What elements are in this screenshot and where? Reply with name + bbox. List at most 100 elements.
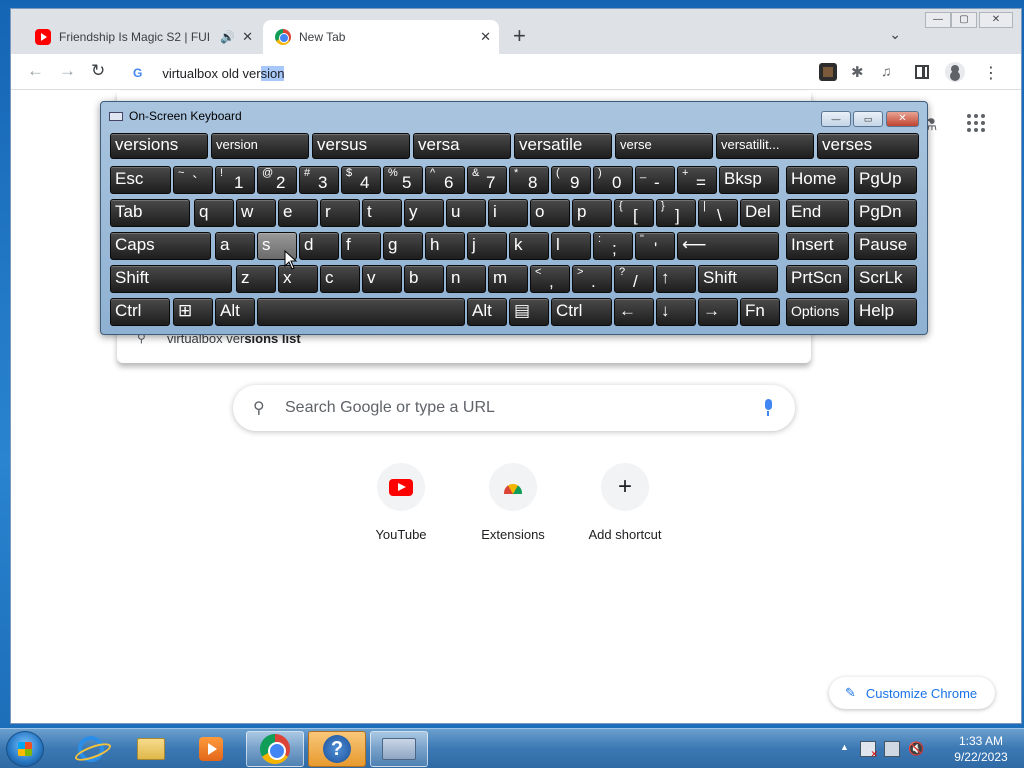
key-symbol[interactable]: ~ ` (173, 166, 213, 194)
reload-button[interactable]: ↻ (91, 62, 105, 80)
key-tab[interactable]: Tab (110, 199, 190, 227)
osk-maximize-button[interactable]: ▭ (853, 111, 883, 127)
key-f[interactable]: f (341, 232, 381, 260)
key-symbol[interactable]: {[ (614, 199, 654, 227)
key-y[interactable]: y (404, 199, 444, 227)
taskbar-help[interactable]: ? (308, 731, 366, 767)
extensions-puzzle-icon[interactable]: ✱ (851, 63, 869, 81)
key-esc[interactable]: Esc (110, 166, 171, 194)
volume-muted-icon[interactable]: 🔇 (908, 741, 924, 757)
taskbar-on-screen-keyboard[interactable] (370, 731, 428, 767)
shortcut-youtube[interactable]: YouTube (345, 463, 457, 553)
key-symbol[interactable]: _ - (635, 166, 675, 194)
key-q[interactable]: q (194, 199, 234, 227)
shortcut-extensions[interactable]: Extensions (457, 463, 569, 553)
key-windows[interactable]: ⊞ (173, 298, 213, 326)
key-symbol[interactable]: + = (677, 166, 717, 194)
osk-minimize-button[interactable]: — (821, 111, 851, 127)
extension-icon[interactable] (819, 63, 837, 81)
key-del[interactable]: Del (740, 199, 780, 227)
ntp-search-box[interactable]: ⚲ Search Google or type a URL (233, 385, 795, 431)
prediction-verses[interactable]: verses (817, 133, 919, 159)
clock-date[interactable]: 9/22/2023 (946, 750, 1016, 764)
key-r[interactable]: r (320, 199, 360, 227)
key-0[interactable]: ) 0 (593, 166, 633, 194)
key-prtscn[interactable]: PrtScn (786, 265, 849, 293)
key-c[interactable]: c (320, 265, 360, 293)
key-n[interactable]: n (446, 265, 486, 293)
key-symbol[interactable]: | \ (698, 199, 738, 227)
key-symbol[interactable]: ↑ (656, 265, 696, 293)
window-close-button[interactable]: ✕ (979, 12, 1013, 28)
start-button-icon[interactable] (6, 731, 44, 767)
key-u[interactable]: u (446, 199, 486, 227)
show-hidden-icons-icon[interactable]: ▲ (840, 742, 849, 752)
tab-search-chevron-icon[interactable]: ⌄ (889, 26, 901, 43)
key-options[interactable]: Options (786, 298, 849, 326)
key-space[interactable] (257, 298, 465, 326)
key-1[interactable]: ! 1 (215, 166, 255, 194)
key-symbol[interactable]: >. (572, 265, 612, 293)
key-j[interactable]: j (467, 232, 507, 260)
key-h[interactable]: h (425, 232, 465, 260)
key-d[interactable]: d (299, 232, 339, 260)
key-alt[interactable]: Alt (467, 298, 507, 326)
prediction-verse[interactable]: verse (615, 133, 713, 159)
key-help[interactable]: Help (854, 298, 917, 326)
prediction-versus[interactable]: versus (312, 133, 410, 159)
key-shift[interactable]: Shift (110, 265, 232, 293)
key-e[interactable]: e (278, 199, 318, 227)
key-shift[interactable]: Shift (698, 265, 778, 293)
key-scrlk[interactable]: ScrLk (854, 265, 917, 293)
key-home[interactable]: Home (786, 166, 849, 194)
key-5[interactable]: % 5 (383, 166, 423, 194)
key-symbol[interactable]: <, (530, 265, 570, 293)
tab-close-icon[interactable]: ✕ (480, 29, 491, 45)
side-panel-icon[interactable] (915, 65, 929, 79)
key-2[interactable]: @2 (257, 166, 297, 194)
key-3[interactable]: #3 (299, 166, 339, 194)
shortcut-add[interactable]: + Add shortcut (569, 463, 681, 553)
prediction-versa[interactable]: versa (413, 133, 511, 159)
key-symbol[interactable]: :; (593, 232, 633, 260)
key-ctrl[interactable]: Ctrl (551, 298, 612, 326)
microphone-icon[interactable] (763, 399, 773, 417)
key-end[interactable]: End (786, 199, 849, 227)
customize-chrome-button[interactable]: ✎ Customize Chrome (829, 677, 995, 709)
audio-playing-icon[interactable]: 🔊 (220, 30, 235, 44)
key-enter[interactable]: ⟵ (677, 232, 779, 260)
tab-close-icon[interactable]: ✕ (242, 29, 253, 45)
key-pgdn[interactable]: PgDn (854, 199, 917, 227)
key-m[interactable]: m (488, 265, 528, 293)
chrome-menu-icon[interactable]: ⋮ (983, 63, 999, 82)
network-icon[interactable] (884, 741, 900, 757)
key-9[interactable]: (9 (551, 166, 591, 194)
back-button[interactable]: ← (27, 62, 44, 80)
key-ctrl[interactable]: Ctrl (110, 298, 170, 326)
tab-friendship-is-magic[interactable]: Friendship Is Magic S2 | FULL 🔊 ✕ (31, 20, 261, 54)
google-apps-icon[interactable] (967, 114, 985, 132)
key-symbol[interactable]: }] (656, 199, 696, 227)
key-symbol[interactable]: ? / (614, 265, 654, 293)
window-minimize-button[interactable]: — (925, 12, 951, 28)
key-a[interactable]: a (215, 232, 255, 260)
prediction-versatilit[interactable]: versatilit... (716, 133, 814, 159)
window-maximize-button[interactable]: ▢ (951, 12, 977, 28)
action-center-flag-icon[interactable] (860, 741, 878, 760)
key-v[interactable]: v (362, 265, 402, 293)
media-control-icon[interactable]: ♫ (881, 63, 899, 81)
key-o[interactable]: o (530, 199, 570, 227)
osk-close-button[interactable]: ✕ (886, 111, 919, 127)
key-g[interactable]: g (383, 232, 423, 260)
key-alt[interactable]: Alt (215, 298, 255, 326)
key-i[interactable]: i (488, 199, 528, 227)
key-w[interactable]: w (236, 199, 276, 227)
taskbar-chrome[interactable] (246, 731, 304, 767)
key-insert[interactable]: Insert (786, 232, 849, 260)
key-6[interactable]: ^ 6 (425, 166, 465, 194)
key-t[interactable]: t (362, 199, 402, 227)
key-pgup[interactable]: PgUp (854, 166, 917, 194)
key-caps[interactable]: Caps (110, 232, 211, 260)
key-z[interactable]: z (236, 265, 276, 293)
clock-time[interactable]: 1:33 AM (946, 734, 1016, 748)
